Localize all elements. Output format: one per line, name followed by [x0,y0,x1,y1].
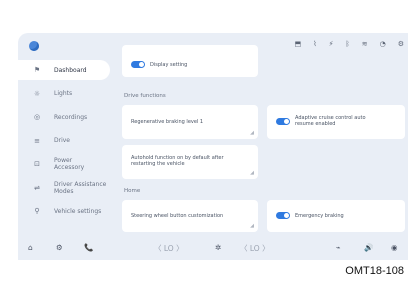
setting-card[interactable]: Steering wheel button customization ◢ [122,200,258,232]
volume-icon[interactable]: 🔊 [364,243,373,252]
seat-heat-icon[interactable]: ⌁ [336,243,341,252]
sidebar-item-lights[interactable]: ☼ Lights [18,84,118,104]
display-setting-toggle[interactable] [131,61,145,68]
camera-icon: ◎ [33,113,41,121]
setting-card[interactable]: Adaptive cruise control auto resume enab… [267,105,405,139]
camera-icon[interactable]: ◉ [391,243,398,252]
sidebar-item-recordings[interactable]: ◎ Recordings [18,107,118,127]
expand-icon: ◢ [250,130,254,136]
sun-icon: ☼ [33,89,41,98]
profile-avatar[interactable] [29,41,39,51]
sidebar-item-dashboard[interactable]: ⚑ Dashboard [18,60,110,80]
sidebar: ⚑ Dashboard ☼ Lights ◎ Recordings ≡ Driv… [18,60,118,225]
card-label: Emergency braking [295,213,344,219]
sidebar-item-driver-assistance[interactable]: ⇌ Driver Assistance Modes [18,178,118,198]
expand-icon: ◢ [250,170,254,176]
main-content: Display setting Drive functions Regenera… [122,33,408,233]
sidebar-item-label: Power Accessory [54,157,85,171]
sidebar-item-label: Drive [54,137,70,144]
car-display: ⬒ ⌇ ⚡ ᛒ ≋ ◔ ⚙ ⚑ Dashboard ☼ Lights ◎ Rec… [18,33,408,260]
sidebar-item-label: Recordings [54,113,88,121]
sidebar-item-label: Vehicle settings [54,207,102,215]
sidebar-item-label: Lights [54,90,73,97]
sidebar-item-label: Driver Assistance Modes [54,180,107,195]
setting-toggle[interactable] [276,212,290,219]
sidebar-item-drive[interactable]: ≡ Drive [18,131,118,151]
bottom-nav: ⌂ ⚙ 📞 〈 LO 〉 ✲ 〈 LO 〉 ⌁ 🔊 ◉ [18,240,408,260]
assist-icon: ⇌ [34,183,40,192]
sidebar-item-label: Dashboard [54,66,87,74]
flag-icon: ⚑ [33,66,41,74]
setting-card[interactable]: Emergency braking [267,200,405,232]
home-icon[interactable]: ⌂ [28,243,33,252]
card-label: Steering wheel button customization [131,213,224,219]
fan-icon[interactable]: ✲ [215,243,221,252]
temperature-left[interactable]: 〈 LO 〉 [154,243,184,254]
setting-card[interactable]: Regenerative braking level 1 ◢ [122,105,258,139]
apps-icon[interactable]: ⚙ [56,243,63,252]
phone-icon[interactable]: 📞 [84,243,93,252]
temperature-right[interactable]: 〈 LO 〉 [240,243,270,254]
figure-code: OMT18-108 [345,265,404,277]
setting-card[interactable]: Autohold function on by default after re… [122,145,258,179]
card-label: Autohold function on by default after re… [131,155,224,167]
section-title: Home [124,188,141,194]
section-title: Drive functions [124,93,166,99]
expand-icon: ◢ [250,223,254,229]
card-label: Display setting [150,62,188,68]
card-label: Adaptive cruise control auto resume enab… [295,115,366,127]
card-label: Regenerative braking level 1 [131,119,204,125]
power-icon: ⊡ [34,160,40,168]
setting-toggle[interactable] [276,118,290,125]
sidebar-item-power-accessory[interactable]: ⊡ Power Accessory [18,154,118,174]
drive-icon: ≡ [34,136,40,145]
sidebar-item-vehicle-settings[interactable]: ⚲ Vehicle settings [18,201,118,221]
display-setting-card[interactable]: Display setting [122,45,258,77]
vehicle-icon: ⚲ [34,207,40,215]
